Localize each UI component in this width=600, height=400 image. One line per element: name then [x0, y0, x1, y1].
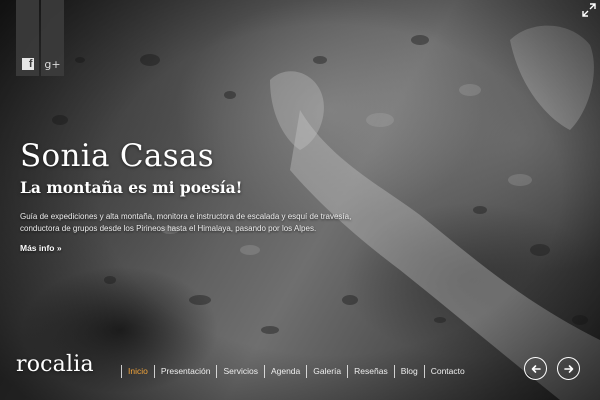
facebook-button[interactable]: f	[16, 0, 39, 76]
more-info-link[interactable]: Más info »	[20, 243, 62, 253]
site-logo[interactable]: rocalia	[16, 354, 94, 376]
nav-item-blog[interactable]: Blog	[395, 367, 424, 376]
social-bar: f g+	[16, 0, 64, 76]
vignette	[0, 0, 600, 400]
nav-item-inicio[interactable]: Inicio	[122, 367, 154, 376]
main-nav: Inicio Presentación Servicios Agenda Gal…	[121, 365, 471, 378]
nav-item-agenda[interactable]: Agenda	[265, 367, 306, 376]
nav-item-galeria[interactable]: Galería	[307, 367, 347, 376]
nav-item-servicios[interactable]: Servicios	[217, 367, 263, 376]
prev-slide-button[interactable]	[524, 357, 547, 380]
facebook-icon: f	[21, 58, 34, 70]
nav-item-contacto[interactable]: Contacto	[425, 367, 471, 376]
expand-icon[interactable]	[582, 3, 596, 17]
nav-item-presentacion[interactable]: Presentación	[155, 367, 217, 376]
google-plus-icon: g+	[44, 58, 61, 71]
page-subtitle: La montaña es mi poesía!	[20, 178, 243, 197]
google-plus-button[interactable]: g+	[41, 0, 64, 76]
arrow-left-icon	[531, 364, 541, 373]
hero-description: Guía de expediciones y alta montaña, mon…	[20, 212, 352, 233]
arrow-right-icon	[563, 364, 573, 373]
nav-item-resenas[interactable]: Reseñas	[348, 367, 394, 376]
page-title: Sonia Casas	[20, 138, 214, 174]
next-slide-button[interactable]	[557, 357, 580, 380]
